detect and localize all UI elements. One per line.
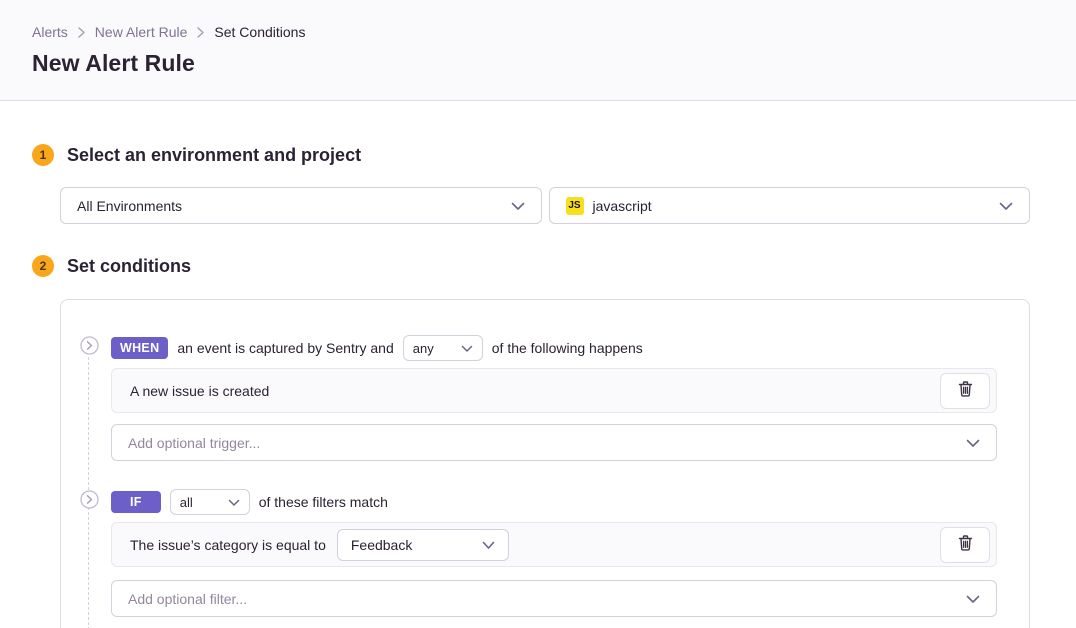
environment-select-value: All Environments xyxy=(77,198,182,214)
category-value-select[interactable]: Feedback xyxy=(337,529,509,561)
breadcrumb: Alerts New Alert Rule Set Conditions xyxy=(32,24,1044,40)
chevron-down-icon xyxy=(966,591,980,607)
step-2-title: Set conditions xyxy=(67,256,191,277)
add-optional-trigger-select[interactable]: Add optional trigger... xyxy=(111,424,997,461)
when-match-value: any xyxy=(413,341,434,356)
if-badge: IF xyxy=(111,491,161,513)
when-text-before: an event is captured by Sentry and xyxy=(177,340,393,356)
chevron-down-icon xyxy=(461,341,473,356)
breadcrumb-new-alert-rule[interactable]: New Alert Rule xyxy=(95,24,188,40)
javascript-platform-icon: JS xyxy=(566,197,584,215)
category-value: Feedback xyxy=(351,537,412,553)
if-header: IF all of these filters match xyxy=(111,489,997,515)
add-filter-placeholder: Add optional filter... xyxy=(128,591,247,607)
breadcrumb-alerts[interactable]: Alerts xyxy=(32,24,68,40)
environment-select[interactable]: All Environments xyxy=(60,187,542,224)
if-match-select[interactable]: all xyxy=(170,489,250,515)
breadcrumb-chevron-icon xyxy=(197,27,204,38)
filter-rule-row: The issue’s category is equal to Feedbac… xyxy=(111,522,997,567)
add-optional-filter-select[interactable]: Add optional filter... xyxy=(111,580,997,617)
step-1-title: Select an environment and project xyxy=(67,145,361,166)
if-section: IF all of these filters match The issue’… xyxy=(111,489,997,617)
chevron-down-icon xyxy=(511,198,525,214)
main-content: 1 Select an environment and project All … xyxy=(0,144,1076,628)
trigger-rule-label: A new issue is created xyxy=(130,383,269,399)
circle-chevron-icon[interactable] xyxy=(80,490,99,509)
add-trigger-placeholder: Add optional trigger... xyxy=(128,435,260,451)
breadcrumb-set-conditions: Set Conditions xyxy=(214,24,305,40)
step-2-header: 2 Set conditions xyxy=(32,255,1044,277)
step-1-number-badge: 1 xyxy=(32,144,54,166)
if-match-value: all xyxy=(180,495,193,510)
when-match-select[interactable]: any xyxy=(403,335,483,361)
circle-chevron-icon[interactable] xyxy=(80,336,99,355)
chevron-down-icon xyxy=(228,495,240,510)
project-select-value: javascript xyxy=(593,198,652,214)
conditions-card: WHEN an event is captured by Sentry and … xyxy=(60,299,1030,628)
trash-icon xyxy=(958,381,973,400)
when-text-after: of the following happens xyxy=(492,340,643,356)
when-section: WHEN an event is captured by Sentry and … xyxy=(111,335,997,461)
delete-filter-button[interactable] xyxy=(940,527,990,563)
if-text-after: of these filters match xyxy=(259,494,388,510)
delete-trigger-button[interactable] xyxy=(940,373,990,409)
page-title: New Alert Rule xyxy=(32,50,1044,77)
chevron-down-icon xyxy=(999,198,1013,214)
page-header: Alerts New Alert Rule Set Conditions New… xyxy=(0,0,1076,101)
step-2-number-badge: 2 xyxy=(32,255,54,277)
chevron-down-icon xyxy=(966,435,980,451)
breadcrumb-chevron-icon xyxy=(78,27,85,38)
trash-icon xyxy=(958,535,973,554)
when-header: WHEN an event is captured by Sentry and … xyxy=(111,335,997,361)
project-select[interactable]: JS javascript xyxy=(549,187,1031,224)
environment-project-row: All Environments JS javascript xyxy=(60,187,1030,224)
chevron-down-icon xyxy=(482,537,495,553)
step-1-header: 1 Select an environment and project xyxy=(32,144,1044,166)
when-badge: WHEN xyxy=(111,337,168,359)
trigger-rule-row: A new issue is created xyxy=(111,368,997,413)
filter-rule-label: The issue’s category is equal to xyxy=(130,537,326,553)
